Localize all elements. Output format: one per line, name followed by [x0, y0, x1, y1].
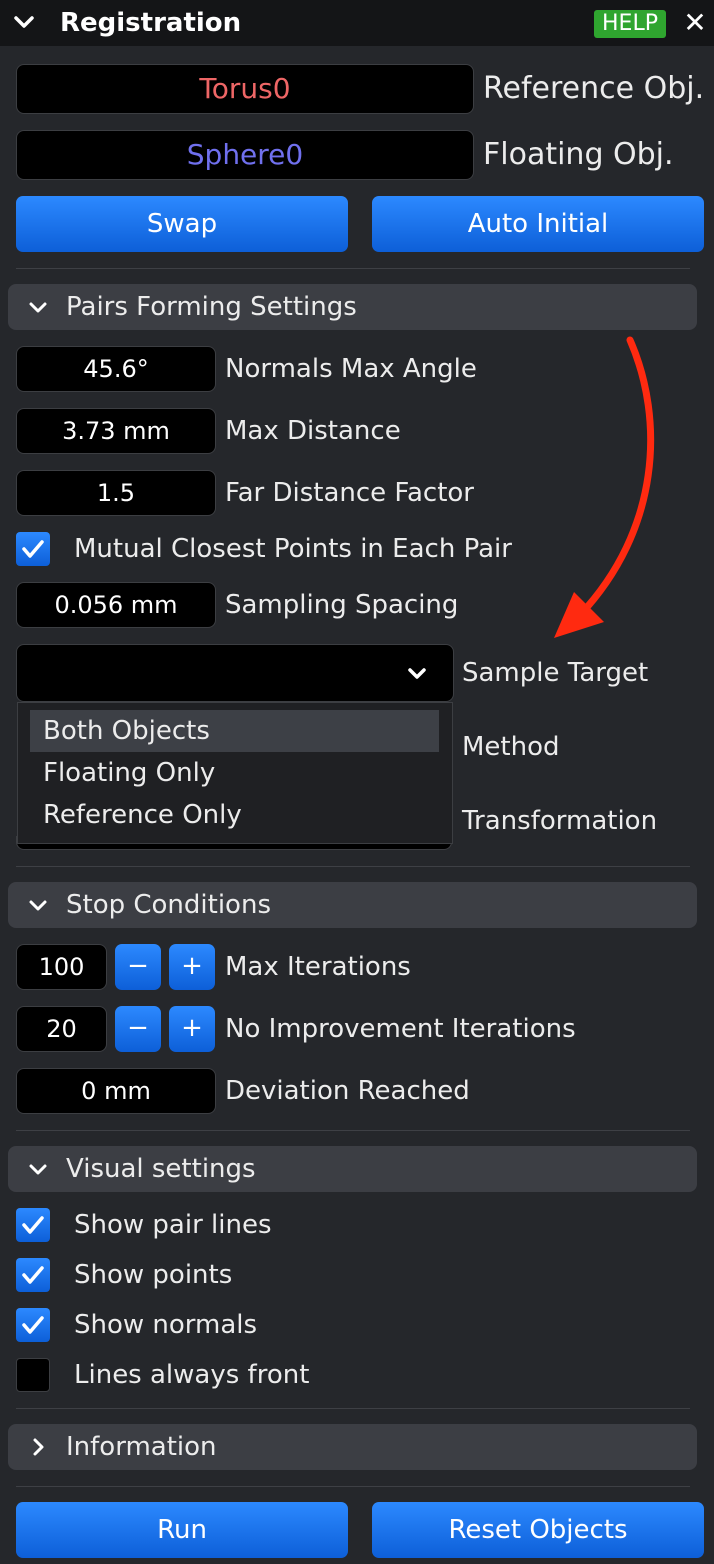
option-reference-only[interactable]: Reference Only	[30, 794, 439, 836]
max-iterations-label: Max Iterations	[225, 952, 411, 982]
visual-settings-section-title: Visual settings	[66, 1154, 256, 1184]
chevron-down-icon[interactable]	[26, 893, 50, 917]
mutual-closest-label: Mutual Closest Points in Each Pair	[74, 534, 512, 564]
chevron-down-icon[interactable]	[26, 1157, 50, 1181]
floating-object-label: Floating Obj.	[483, 137, 674, 172]
max-distance-label: Max Distance	[225, 416, 401, 446]
sampling-spacing-label: Sampling Spacing	[225, 590, 459, 620]
far-distance-factor-field[interactable]: 1.5	[16, 470, 216, 516]
max-iterations-field[interactable]: 100	[16, 944, 107, 990]
sample-target-dropdown[interactable]	[16, 644, 454, 702]
floating-object-field[interactable]: Sphere0	[16, 130, 474, 180]
check-icon	[22, 1266, 44, 1284]
chevron-down-icon[interactable]	[26, 295, 50, 319]
show-normals-label: Show normals	[74, 1310, 258, 1340]
check-icon	[22, 1316, 44, 1334]
transformation-label: Transformation	[462, 806, 658, 836]
sample-target-label: Sample Target	[462, 658, 649, 688]
chevron-down-icon[interactable]	[404, 660, 430, 686]
reference-object-label: Reference Obj.	[483, 71, 705, 106]
max-iterations-increment-button[interactable]: +	[169, 944, 215, 990]
information-section-title: Information	[66, 1432, 217, 1462]
max-distance-field[interactable]: 3.73 mm	[16, 408, 216, 454]
separator	[16, 1408, 690, 1409]
stop-conditions-section-title: Stop Conditions	[66, 890, 271, 920]
reset-objects-button[interactable]: Reset Objects	[372, 1502, 704, 1558]
chevron-down-icon[interactable]	[12, 8, 36, 38]
normals-max-angle-field[interactable]: 45.6°	[16, 346, 216, 392]
option-both-objects[interactable]: Both Objects	[30, 710, 439, 752]
separator	[16, 866, 690, 867]
help-button[interactable]: HELP	[594, 10, 666, 38]
reference-object-field[interactable]: Torus0	[16, 64, 474, 114]
option-floating-only[interactable]: Floating Only	[30, 752, 439, 794]
normals-max-angle-label: Normals Max Angle	[225, 354, 477, 384]
pairs-forming-section-title: Pairs Forming Settings	[66, 292, 357, 322]
lines-always-front-checkbox[interactable]	[16, 1358, 50, 1392]
check-icon	[22, 1216, 44, 1234]
chevron-right-icon[interactable]	[26, 1435, 50, 1459]
check-icon	[22, 540, 44, 558]
run-button[interactable]: Run	[16, 1502, 348, 1558]
method-label: Method	[462, 732, 560, 762]
mutual-closest-checkbox[interactable]	[16, 532, 50, 566]
no-improvement-increment-button[interactable]: +	[169, 1006, 215, 1052]
window-title: Registration	[60, 8, 242, 38]
separator	[16, 268, 690, 269]
lines-always-front-label: Lines always front	[74, 1360, 310, 1390]
show-normals-checkbox[interactable]	[16, 1308, 50, 1342]
separator	[16, 1130, 690, 1131]
far-distance-factor-label: Far Distance Factor	[225, 478, 474, 508]
auto-initial-button[interactable]: Auto Initial	[372, 196, 704, 252]
max-iterations-decrement-button[interactable]: −	[115, 944, 161, 990]
show-points-label: Show points	[74, 1260, 233, 1290]
no-improvement-label: No Improvement Iterations	[225, 1014, 576, 1044]
swap-button[interactable]: Swap	[16, 196, 348, 252]
show-pair-lines-checkbox[interactable]	[16, 1208, 50, 1242]
deviation-reached-label: Deviation Reached	[225, 1076, 470, 1106]
show-pair-lines-label: Show pair lines	[74, 1210, 272, 1240]
annotation-arrow-icon	[554, 336, 655, 638]
no-improvement-decrement-button[interactable]: −	[115, 1006, 161, 1052]
separator	[16, 1486, 690, 1487]
no-improvement-field[interactable]: 20	[16, 1006, 107, 1052]
sampling-spacing-field[interactable]: 0.056 mm	[16, 582, 216, 628]
show-points-checkbox[interactable]	[16, 1258, 50, 1292]
deviation-reached-field[interactable]: 0 mm	[16, 1068, 216, 1114]
close-icon[interactable]: ✕	[680, 6, 710, 40]
